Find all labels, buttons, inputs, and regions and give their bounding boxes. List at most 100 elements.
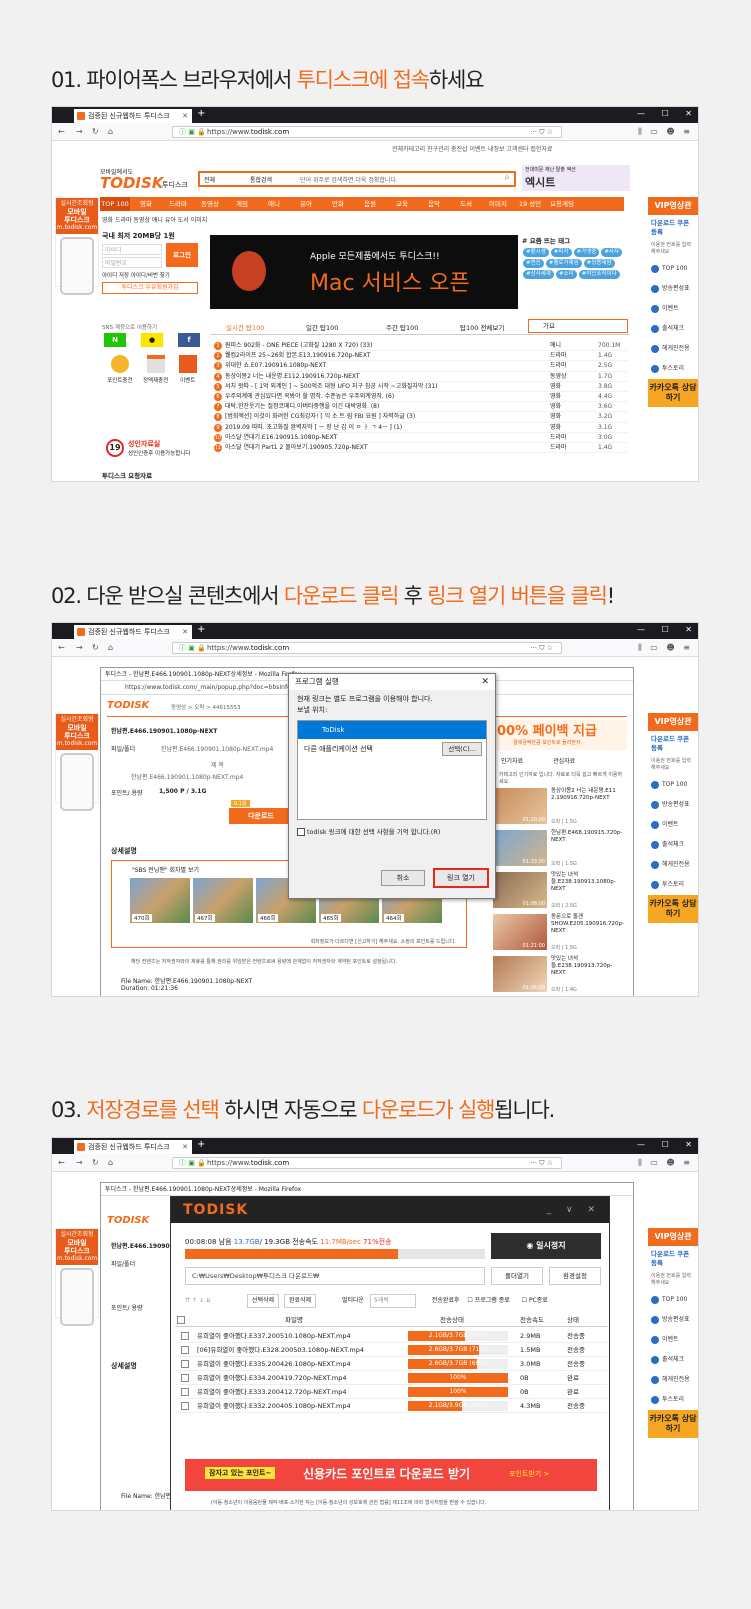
table-row[interactable]: 유희열이 좋아했다.E335.200426.1080p-NEXT.mp4 2.6G… <box>175 1357 607 1371</box>
naver-icon[interactable]: N <box>104 333 126 347</box>
open-folder-button[interactable]: 폴더열기 <box>491 1267 543 1285</box>
close-tab-icon[interactable]: ✕ <box>182 109 188 123</box>
mobile-promo[interactable]: 실시간조회형 모바일 투디스크 m.todisk.com <box>55 197 99 295</box>
right-story[interactable]: 투스토리 <box>648 875 698 895</box>
browser-tab[interactable]: 검증된 신규웹하드 투디스크 ✕ <box>74 625 192 639</box>
list-item[interactable]: 1 원피스 902화 - ONE PIECE (고화질 1280 X 720) (… <box>214 341 628 352</box>
reload-icon[interactable]: ↻ <box>92 127 99 136</box>
address-bar[interactable]: ⓘ ▣ 🔒 https://www.todisk.com ··· ⛉ ☆ <box>172 1157 562 1169</box>
search-type-select[interactable]: 통합검색 <box>250 175 272 184</box>
menu-edu[interactable]: 교육 <box>386 197 418 211</box>
home-icon[interactable]: ⌂ <box>108 1158 113 1167</box>
kakao-consult-button[interactable]: 카카오톡 상담하기 <box>648 1410 698 1438</box>
right-story[interactable]: 투스토리 <box>648 359 698 379</box>
delete-selected-button[interactable]: 선택삭제 <box>246 1294 280 1308</box>
menu-kids[interactable]: 유아 <box>290 197 322 211</box>
remember-checkbox[interactable]: todisk 링크에 대한 선택 사항을 기억 합니다.(R) <box>297 826 487 836</box>
right-event[interactable]: 이벤트 <box>648 815 698 835</box>
list-item[interactable]: 9 2019.09 따따. 초고화질 완벽자막 [ ㅡ 장 난 감 이 ㅇ ㅏ ㄱ… <box>214 423 628 433</box>
menu-audio[interactable]: 음원 <box>354 197 386 211</box>
tag-item[interactable]: #가넷중 <box>573 248 600 257</box>
tab-all[interactable]: 탑100 전체보기 <box>460 322 504 332</box>
opt-exit-checkbox[interactable]: ☐ 프로그램 종료 <box>467 1293 509 1309</box>
address-bar[interactable]: ⓘ ▣ 🔒 https://www.todisk.com ··· ⛉ ☆ <box>172 126 562 138</box>
tag-item[interactable]: #정용재맘 <box>583 259 615 268</box>
page-actions-icon[interactable]: ··· ⛉ ☆ <box>530 1158 553 1169</box>
coupon-link[interactable]: 다운로드 쿠폰등록 <box>648 1246 698 1272</box>
banner-button[interactable]: 포인트받기 > <box>509 1469 549 1479</box>
app-todisk[interactable]: ToDisk <box>298 721 486 739</box>
right-event[interactable]: 이벤트 <box>648 1330 698 1350</box>
home-icon[interactable]: ⌂ <box>108 127 113 136</box>
tag-item[interactable]: #미인조직이다 <box>578 270 620 279</box>
reload-icon[interactable]: ↻ <box>92 643 99 652</box>
tag-item[interactable]: #상사세계 <box>523 270 554 279</box>
tab-realtime[interactable]: 실시간 탑100 <box>226 322 264 332</box>
menu-image[interactable]: 이미지 <box>482 197 514 211</box>
list-item[interactable]: 8 [범죄액션] 이것이 화려한 CG최강자! [ 익 소 트 림 FBI 요원 … <box>214 412 628 423</box>
search-bar[interactable]: 전체 통합검색 단어 위주로 검색하면 더욱 정확합니다. ⌕ <box>198 171 516 187</box>
tab-weekly[interactable]: 주간 탑100 <box>386 322 418 332</box>
mac-banner[interactable]: Apple 모든제품에서도 투디스크!! Mac 서비스 오픈 <box>210 235 518 309</box>
forward-icon[interactable]: → <box>76 127 83 136</box>
menu-request[interactable]: 요청게임 <box>546 197 578 211</box>
find-id-link[interactable]: 아이디/비번 찾기 <box>131 273 170 279</box>
vip-link[interactable]: VIP영상관 <box>648 197 698 215</box>
home-icon[interactable]: ⌂ <box>108 643 113 652</box>
menu-books[interactable]: 도서 <box>450 197 482 211</box>
todisk-logo[interactable]: TODISK <box>100 174 163 192</box>
table-row[interactable]: 유희열이 좋아했다.E332.200405.1080p-NEXT.mp4 2.1G… <box>175 1399 607 1413</box>
table-row[interactable]: 유희열이 좋아했다.E337.200510.1080p-NEXT.mp4 2.1G… <box>175 1329 607 1343</box>
tab-daily[interactable]: 일간 탑100 <box>306 322 338 332</box>
app-other[interactable]: 다른 애플리케이션 선택 선택(C)... <box>298 739 486 759</box>
login-button[interactable]: 로그인 <box>166 243 198 267</box>
list-item[interactable]: 6 우주외계에 관심있다면 꼭봐야 할 명작. 수준높은 우주외계영작. (6) 영… <box>214 392 628 403</box>
browser-tab[interactable]: 검증된 신규웹하드 투디스크 ✕ <box>74 109 192 123</box>
list-item[interactable]: 10 아스달 연대기.E16.190915.1080p-NEXT 드라마 3.0G <box>214 433 628 443</box>
address-bar[interactable]: ⓘ ▣ 🔒 https://www.todisk.com ··· ⛉ ☆ <box>172 642 562 654</box>
menu-anime[interactable]: 애니 <box>258 197 290 211</box>
right-exclusive[interactable]: 헤게진전용 <box>648 1370 698 1390</box>
list-item[interactable]: 3 위대한 쇼.E07.190916.1080p-NEXT 드라마 2.5G <box>214 361 628 372</box>
window-controls[interactable]: — ☐ ✕ <box>637 109 692 118</box>
coupon-link[interactable]: 다운로드 쿠폰등록 <box>648 731 698 757</box>
right-exclusive[interactable]: 헤게진전용 <box>648 855 698 875</box>
coupon-link[interactable]: 다운로드 쿠폰등록 <box>648 215 698 241</box>
right-schedule[interactable]: 방송편성표 <box>648 795 698 815</box>
point-banner[interactable]: 잠자고 있는 포인트~ 신용카드 포인트로 다운로드 받기 포인트받기 > <box>185 1459 597 1491</box>
toolbar-icons[interactable]: ⫼ ▭ ☻ ≡ <box>638 127 690 137</box>
dialog-close-icon[interactable]: ✕ <box>481 674 489 690</box>
close-tab-icon[interactable]: ✕ <box>182 625 188 639</box>
menu-video[interactable]: 동영상 <box>194 197 226 211</box>
side-item[interactable]: 01:20:00 동상이몽2 너는 내운명.E11 2.190916.720p-N… <box>493 788 627 830</box>
forward-icon[interactable]: → <box>76 643 83 652</box>
list-item[interactable]: 5 서치 왓따 - [ 1억 외계인 ] ~ 500억조 대형 UFO 지구 침공… <box>214 382 628 392</box>
kakao-consult-button[interactable]: 카카오톡 상담하기 <box>648 895 698 923</box>
id-input[interactable]: 아이디 <box>102 244 162 255</box>
opt-shutdown-checkbox[interactable]: ☐ PC종료 <box>522 1293 548 1309</box>
tab-interest[interactable]: 관심자료 <box>523 758 575 765</box>
payback-ad[interactable]: 00% 페이백 지급 결제금액만큼 포인트로 돌려받자 <box>493 720 627 750</box>
pause-button[interactable]: ◉ 일시정지 <box>491 1233 601 1259</box>
new-tab-icon[interactable]: + <box>197 624 205 635</box>
sub-menu[interactable]: 영화 드라마 동영상 애니 유아 도서 이미지 <box>102 215 207 224</box>
right-attendance[interactable]: 출석체크 <box>648 835 698 855</box>
menu-adult[interactable]: 19 성인 <box>514 197 546 211</box>
window-controls[interactable]: — ☐ ✕ <box>637 1140 692 1149</box>
right-attendance[interactable]: 출석체크 <box>648 319 698 339</box>
mobile-promo[interactable]: 실시간조회형 모바일 투디스크 m.todisk.com <box>55 713 99 811</box>
cancel-button[interactable]: 취소 <box>381 870 425 886</box>
move-arrows-icon[interactable]: ⇈ ↑ ↓ ⇊ <box>185 1293 245 1309</box>
side-item[interactable]: 01:33:00 한남편.E468.190915.720p-NEXT 오락 | 1.… <box>493 830 627 872</box>
right-exclusive[interactable]: 헤게진전용 <box>648 339 698 359</box>
tag-item[interactable]: #사자 <box>601 248 623 257</box>
download-button[interactable]: 다운로드 <box>229 808 293 824</box>
vip-link[interactable]: VIP영상관 <box>648 713 698 731</box>
episode-thumb[interactable]: 467회 <box>193 878 253 923</box>
list-item[interactable]: 11 아스달 연대기 Part1 2 몰아보기.190905.720p-NEXT 드… <box>214 443 628 454</box>
tag-item[interactable]: #피카 <box>550 248 572 257</box>
list-search-input[interactable]: 가요 <box>528 319 628 333</box>
toolbar-icons[interactable]: ⫼ ▭ ☻ ≡ <box>638 643 690 653</box>
right-schedule[interactable]: 방송편성표 <box>648 1310 698 1330</box>
select-all-checkbox[interactable] <box>177 1316 185 1324</box>
